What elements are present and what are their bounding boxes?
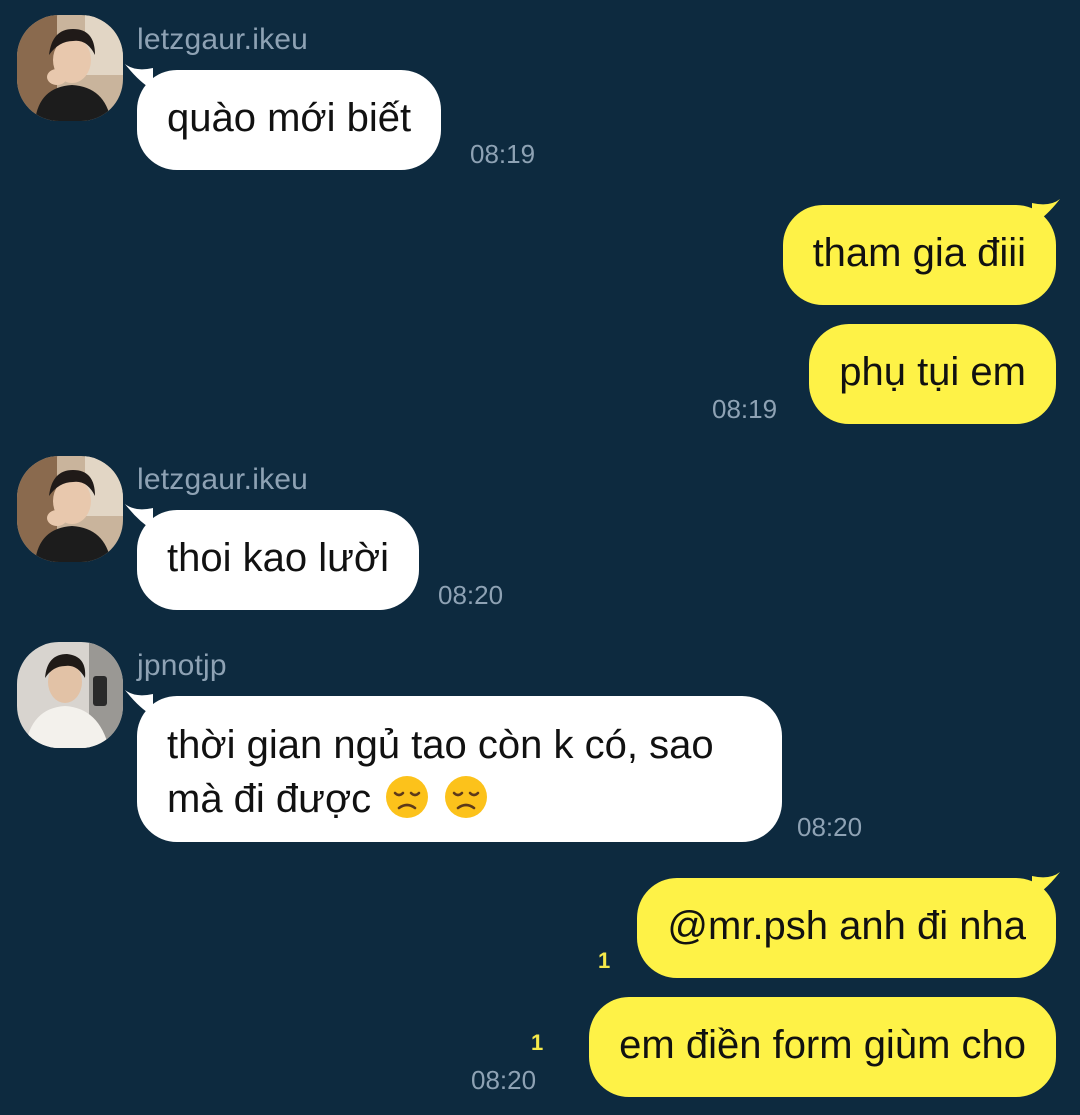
message-text: tham gia điii: [812, 231, 1026, 275]
message-bubble[interactable]: em điền form giùm cho: [589, 997, 1056, 1097]
message-time: 08:20: [471, 1065, 537, 1095]
message-bubble[interactable]: thoi kao lười: [137, 510, 419, 610]
message-text: thời gian ngủ tao còn k có, sao mà đi đư…: [167, 723, 714, 821]
message-text: em điền form giùm cho: [619, 1023, 1026, 1067]
sender-name: letzgaur.ikeu: [137, 23, 309, 56]
message-text: @mr.psh anh đi nha: [667, 904, 1026, 948]
message-bubble[interactable]: @mr.psh anh đi nha: [637, 878, 1056, 978]
sender-name: jpnotjp: [137, 649, 227, 682]
message-bubble[interactable]: thời gian ngủ tao còn k có, sao mà đi đư…: [137, 696, 782, 842]
avatar[interactable]: [17, 642, 123, 748]
sender-name: letzgaur.ikeu: [137, 463, 309, 496]
message-text: quào mới biết: [167, 96, 412, 140]
message-time: 08:19: [712, 394, 778, 424]
avatar[interactable]: [17, 456, 123, 562]
bubble-tail: [1032, 872, 1060, 898]
disappointed-face-icon: [445, 776, 488, 818]
message-time: 08:19: [470, 139, 536, 169]
message-bubble[interactable]: quào mới biết: [137, 70, 442, 170]
avatar[interactable]: [17, 15, 123, 121]
disappointed-face-icon: [386, 776, 429, 818]
unread-count: 1: [531, 1030, 544, 1055]
message-time: 08:20: [438, 580, 504, 610]
bubble-tail: [1032, 199, 1060, 225]
message-bubble[interactable]: phụ tụi em: [809, 324, 1056, 424]
message-bubble[interactable]: tham gia điii: [782, 205, 1056, 305]
message-text: phụ tụi em: [839, 350, 1026, 394]
unread-count: 1: [598, 948, 611, 973]
message-time: 08:20: [797, 812, 863, 842]
message-text: thoi kao lười: [167, 536, 389, 580]
